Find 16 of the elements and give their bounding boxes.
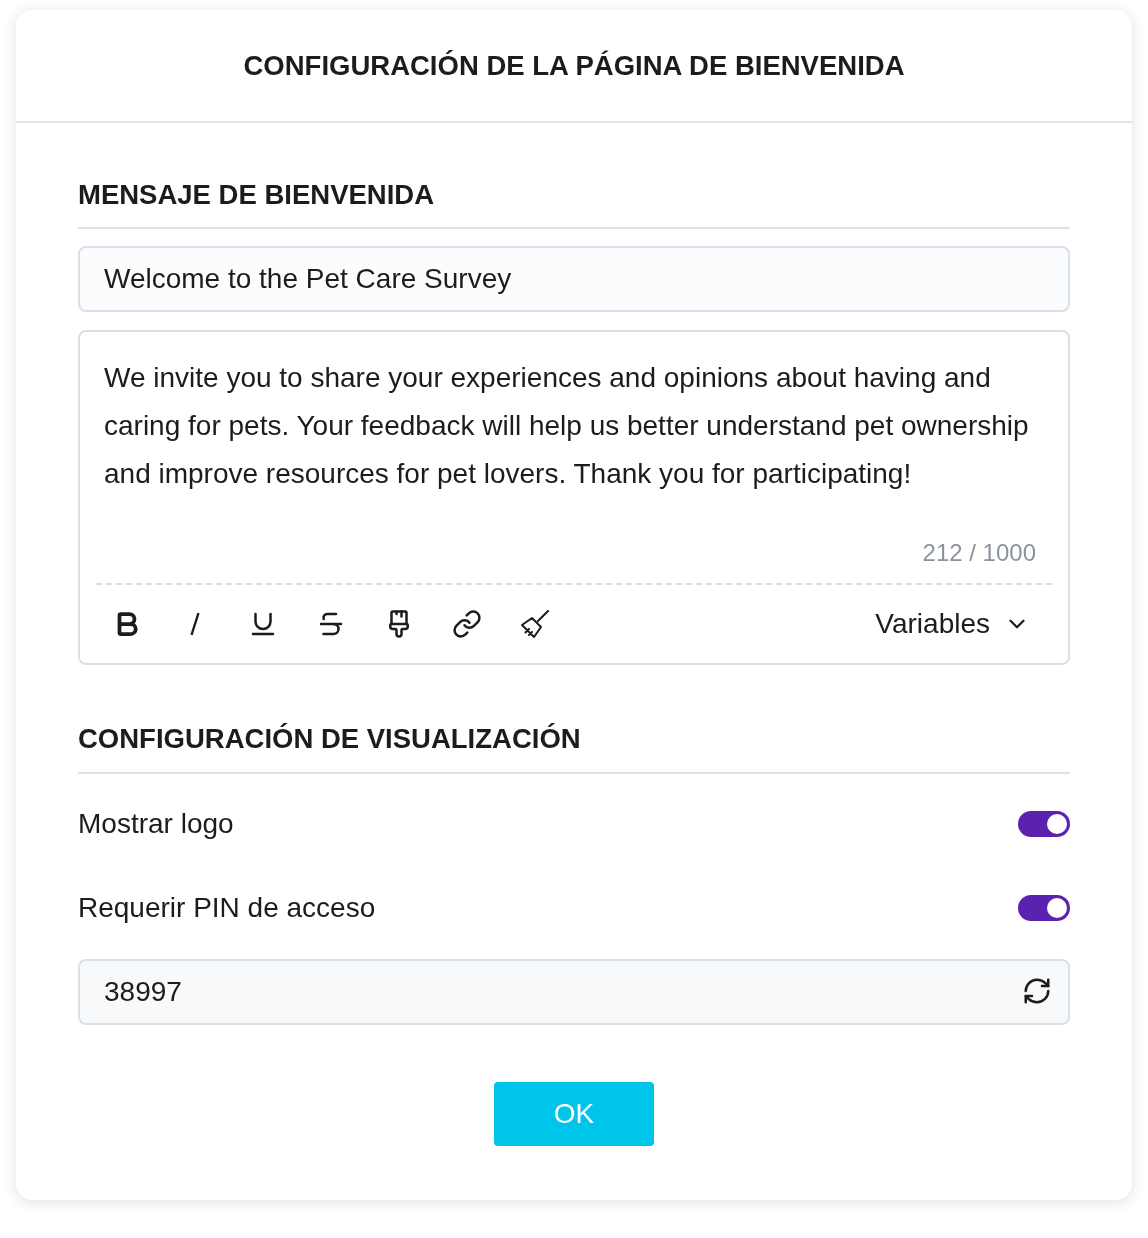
dialog-title: CONFIGURACIÓN DE LA PÁGINA DE BIENVENIDA bbox=[243, 49, 905, 82]
toggle-label: Mostrar logo bbox=[78, 808, 234, 840]
toggle-switch[interactable] bbox=[1018, 811, 1070, 837]
section-heading: CONFIGURACIÓN DE VISUALIZACIÓN bbox=[78, 723, 581, 755]
title-input[interactable]: Welcome to the Pet Care Survey bbox=[78, 246, 1070, 312]
variables-dropdown[interactable]: Variables bbox=[875, 608, 1030, 640]
toggle-label: Requerir PIN de acceso bbox=[78, 892, 376, 924]
toggle-switch[interactable] bbox=[1018, 895, 1070, 921]
italic-icon[interactable] bbox=[190, 612, 200, 636]
link-icon[interactable] bbox=[452, 609, 482, 639]
message-textarea[interactable]: We invite you to share your experiences and opinions about having and caring for pets. Your feedback will help us better understand pet ownership and improve resources for pet lovers. Thank you for participating! bbox=[104, 354, 1048, 498]
refresh-icon[interactable] bbox=[1022, 976, 1052, 1006]
pin-input[interactable]: 38997 bbox=[78, 959, 1070, 1025]
character-counter: 212 / 1000 bbox=[922, 538, 1036, 568]
broom-icon[interactable] bbox=[521, 610, 549, 638]
section-heading: MENSAJE DE BIENVENIDA bbox=[78, 179, 435, 211]
